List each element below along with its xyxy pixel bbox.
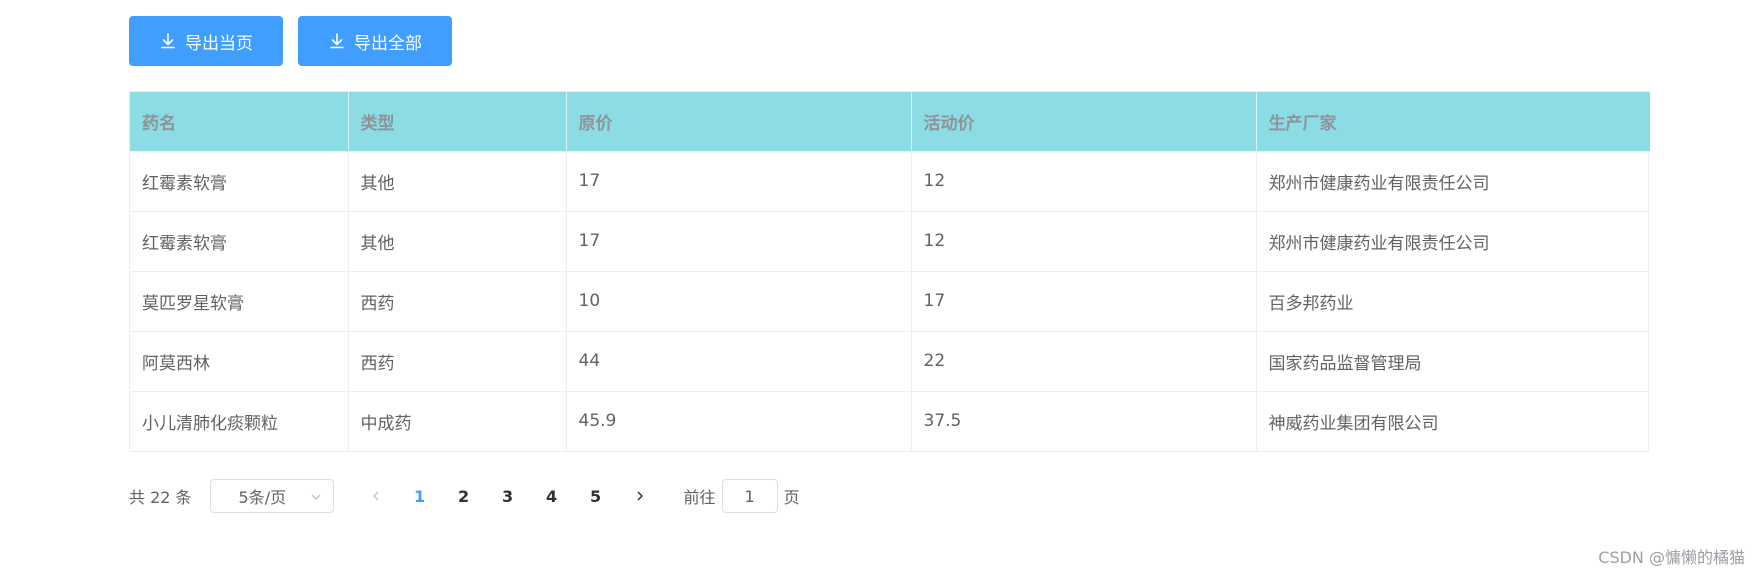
export-all-label: 导出全部	[354, 33, 422, 54]
column-header-name: 药名	[130, 92, 349, 151]
cell-type: 其他	[348, 150, 567, 211]
goto-page-input[interactable]	[721, 479, 778, 513]
cell-type: 西药	[348, 270, 567, 331]
cell-name: 红霉素软膏	[130, 150, 349, 211]
goto-prefix: 前往	[683, 488, 716, 507]
chevron-left-icon	[369, 489, 383, 503]
cell-sale-price: 17	[911, 270, 1257, 331]
cell-original-price: 17	[566, 150, 912, 211]
column-header-manufacturer: 生产厂家	[1256, 92, 1650, 151]
chevron-right-icon	[633, 489, 647, 503]
pagination: 共 22 条 5条/页 1 2 3 4 5 前往 页	[129, 478, 800, 514]
cell-manufacturer: 郑州市健康药业有限责任公司	[1256, 150, 1650, 211]
export-current-page-button[interactable]: 导出当页	[129, 16, 283, 66]
page-number-2[interactable]: 2	[442, 479, 486, 513]
next-page-button[interactable]	[622, 479, 658, 513]
cell-manufacturer: 郑州市健康药业有限责任公司	[1256, 210, 1650, 271]
chevron-down-icon	[309, 489, 323, 503]
watermark: CSDN @慵懒的橘猫	[1598, 548, 1745, 567]
table-row: 小儿清肺化痰颗粒 中成药 45.9 37.5 神威药业集团有限公司	[130, 390, 1650, 451]
cell-original-price: 17	[566, 210, 912, 271]
cell-manufacturer: 百多邦药业	[1256, 270, 1650, 331]
cell-name: 莫匹罗星软膏	[130, 270, 349, 331]
export-toolbar: 导出当页 导出全部	[129, 16, 452, 66]
cell-type: 中成药	[348, 390, 567, 451]
page-list: 1 2 3 4 5	[398, 479, 618, 513]
page-number-5[interactable]: 5	[574, 479, 618, 513]
page-number-1[interactable]: 1	[398, 479, 442, 513]
export-current-label: 导出当页	[185, 33, 253, 54]
download-icon	[328, 32, 346, 50]
medicine-table: 药名 类型 原价 活动价 生产厂家 红霉素软膏 其他 17 12 郑州市健康药业…	[129, 91, 1650, 452]
cell-sale-price: 12	[911, 210, 1257, 271]
goto-suffix: 页	[783, 488, 800, 507]
download-icon	[159, 32, 177, 50]
column-header-sale-price: 活动价	[911, 92, 1257, 151]
export-all-button[interactable]: 导出全部	[298, 16, 452, 66]
table-row: 莫匹罗星软膏 西药 10 17 百多邦药业	[130, 270, 1650, 331]
cell-sale-price: 12	[911, 150, 1257, 211]
cell-original-price: 10	[566, 270, 912, 331]
prev-page-button[interactable]	[358, 479, 394, 513]
page-size-value: 5条/页	[238, 488, 287, 507]
cell-name: 小儿清肺化痰颗粒	[130, 390, 349, 451]
page-size-select[interactable]: 5条/页	[209, 479, 334, 513]
table-header-row: 药名 类型 原价 活动价 生产厂家	[130, 92, 1650, 151]
cell-name: 红霉素软膏	[130, 210, 349, 271]
cell-sale-price: 22	[911, 330, 1257, 391]
table-row: 红霉素软膏 其他 17 12 郑州市健康药业有限责任公司	[130, 150, 1650, 211]
cell-type: 西药	[348, 330, 567, 391]
cell-type: 其他	[348, 210, 567, 271]
column-header-original-price: 原价	[566, 92, 912, 151]
cell-manufacturer: 神威药业集团有限公司	[1256, 390, 1650, 451]
cell-original-price: 44	[566, 330, 912, 391]
page-jumper: 前往 页	[684, 479, 800, 513]
page-number-4[interactable]: 4	[530, 479, 574, 513]
cell-original-price: 45.9	[566, 390, 912, 451]
table-row: 阿莫西林 西药 44 22 国家药品监督管理局	[130, 330, 1650, 391]
total-count: 共 22 条	[129, 488, 192, 507]
page-number-3[interactable]: 3	[486, 479, 530, 513]
table-row: 红霉素软膏 其他 17 12 郑州市健康药业有限责任公司	[130, 210, 1650, 271]
cell-name: 阿莫西林	[130, 330, 349, 391]
column-header-type: 类型	[348, 92, 567, 151]
cell-sale-price: 37.5	[911, 390, 1257, 451]
cell-manufacturer: 国家药品监督管理局	[1256, 330, 1650, 391]
